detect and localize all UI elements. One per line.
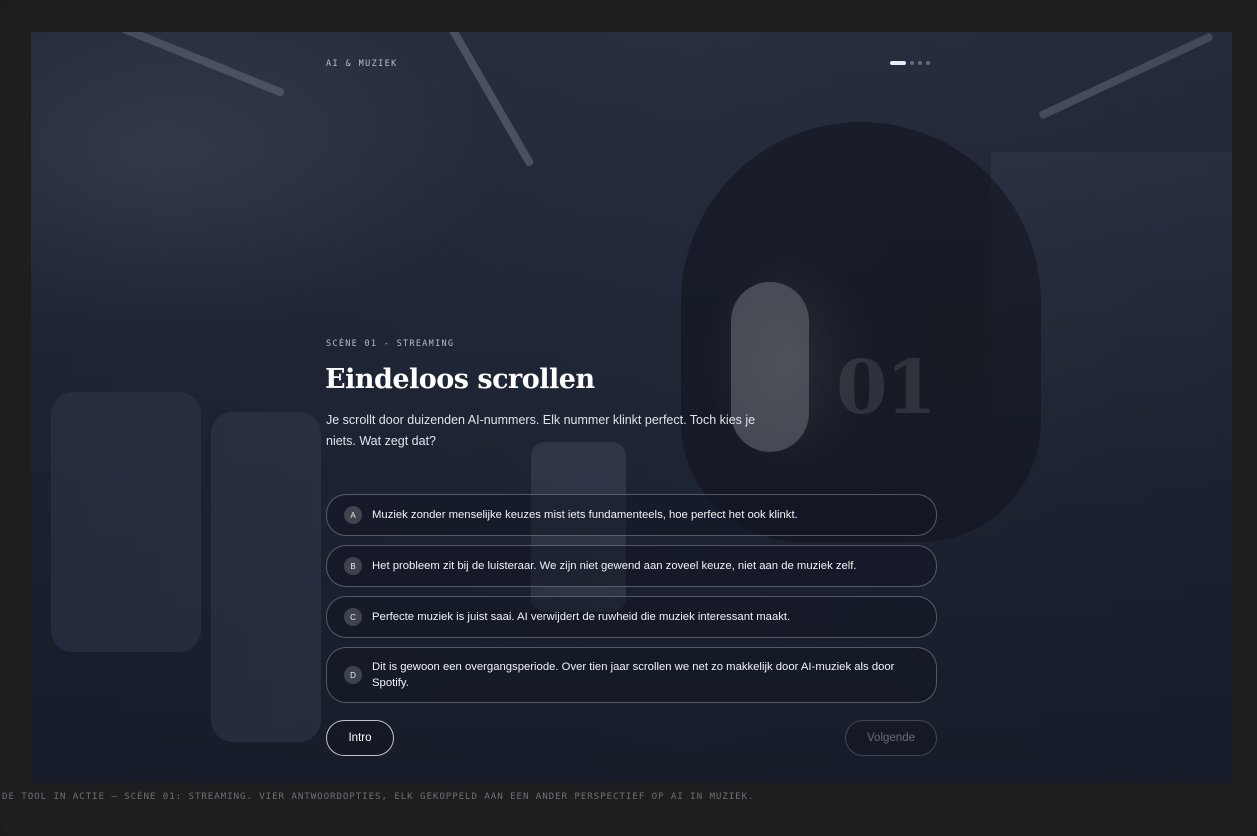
- scene-title: Eindeloos scrollen: [325, 364, 595, 395]
- progress-dot-active: [890, 61, 906, 65]
- progress-dot: [926, 61, 930, 65]
- option-letter-badge: B: [344, 557, 362, 575]
- option-text: Het probleem zit bij de luisteraar. We z…: [372, 560, 857, 572]
- progress-dot: [918, 61, 922, 65]
- option-letter-badge: D: [344, 666, 362, 684]
- app-title: AI & MUZIEK: [326, 59, 398, 69]
- option-letter-badge: A: [344, 506, 362, 524]
- option-text: Dit is gewoon een overgangsperiode. Over…: [372, 661, 895, 689]
- progress-indicator: [890, 61, 930, 65]
- next-button[interactable]: Volgende: [845, 720, 937, 756]
- figure-caption: DE TOOL IN ACTIE — SCÈNE 01: STREAMING. …: [2, 791, 755, 802]
- option-text: Muziek zonder menselijke keuzes mist iet…: [372, 509, 798, 521]
- option-text: Perfecte muziek is juist saai. AI verwij…: [372, 611, 791, 623]
- answer-options: A Muziek zonder menselijke keuzes mist i…: [326, 494, 937, 712]
- answer-option-d[interactable]: D Dit is gewoon een overgangsperiode. Ov…: [326, 647, 937, 703]
- option-letter-badge: C: [344, 608, 362, 626]
- scene-label: SCÈNE 01 - STREAMING: [326, 339, 455, 349]
- scene-stage: AI & MUZIEK SCÈNE 01 - STREAMING 01 Eind…: [31, 32, 1232, 783]
- scene-question: Je scrollt door duizenden AI-nummers. El…: [326, 413, 756, 448]
- scene-number: 01: [836, 345, 937, 431]
- intro-button[interactable]: Intro: [326, 720, 394, 756]
- answer-option-a[interactable]: A Muziek zonder menselijke keuzes mist i…: [326, 494, 937, 536]
- answer-option-b[interactable]: B Het probleem zit bij de luisteraar. We…: [326, 545, 937, 587]
- answer-option-c[interactable]: C Perfecte muziek is juist saai. AI verw…: [326, 596, 937, 638]
- screenshot-frame: AI & MUZIEK SCÈNE 01 - STREAMING 01 Eind…: [0, 0, 1257, 836]
- progress-dot: [910, 61, 914, 65]
